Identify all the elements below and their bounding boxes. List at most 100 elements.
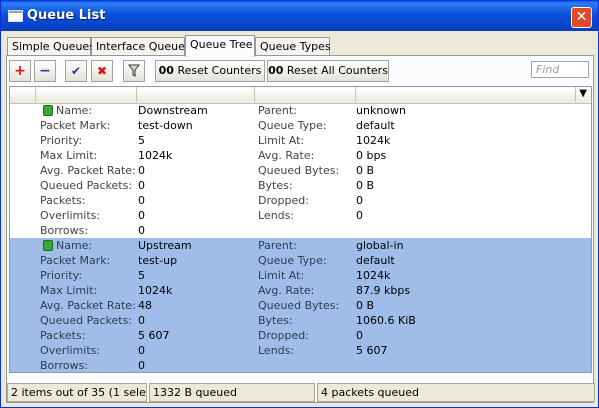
field-label: Name: bbox=[56, 239, 93, 252]
field-label: Dropped: bbox=[258, 194, 309, 207]
tab-queue-types[interactable]: Queue Types bbox=[255, 37, 331, 55]
field-label: Packet Mark: bbox=[40, 254, 111, 267]
queue-icon bbox=[43, 240, 53, 251]
field-label: Max Limit: bbox=[40, 149, 98, 162]
queue-record[interactable]: Name: Upstream Parent: global-in Packet Mark… bbox=[10, 238, 591, 372]
field-label: Bytes: bbox=[258, 179, 293, 192]
plus-icon: + bbox=[14, 63, 26, 79]
list-header[interactable]: ▼ bbox=[10, 87, 591, 104]
field-value: global-in bbox=[356, 239, 404, 252]
header-column[interactable] bbox=[35, 87, 137, 102]
field-label: Name: bbox=[56, 104, 93, 117]
disable-button[interactable]: ✖ bbox=[91, 60, 113, 82]
tab-interface-queues[interactable]: Interface Queues bbox=[91, 37, 191, 55]
queue-list-window: Queue List ✕ Simple Queues Interface Que… bbox=[0, 0, 599, 408]
field-value: test-up bbox=[138, 254, 178, 267]
field-label: Overlimits: bbox=[40, 344, 101, 357]
close-button[interactable]: ✕ bbox=[571, 7, 592, 28]
field-label: Limit At: bbox=[258, 134, 305, 147]
field-value: 1024k bbox=[138, 284, 173, 297]
field-value: 5 607 bbox=[138, 329, 170, 342]
field-value: 0 bbox=[138, 224, 145, 237]
tab-simple-queues[interactable]: Simple Queues bbox=[7, 37, 95, 55]
minus-icon: − bbox=[39, 63, 51, 79]
header-column[interactable] bbox=[10, 87, 36, 102]
field-value: 0 bbox=[138, 359, 145, 372]
field-value: default bbox=[356, 254, 395, 267]
field-label: Max Limit: bbox=[40, 284, 98, 297]
field-label: Priority: bbox=[40, 269, 83, 282]
add-button[interactable]: + bbox=[9, 60, 31, 82]
field-label: Dropped: bbox=[258, 329, 309, 342]
reset-counters-button[interactable]: 00 Reset Counters bbox=[155, 60, 265, 82]
window-icon bbox=[8, 10, 23, 22]
field-label: Queue Type: bbox=[258, 119, 327, 132]
field-value: 0 bbox=[138, 314, 145, 327]
field-label: Avg. Rate: bbox=[258, 284, 315, 297]
title-bar[interactable]: Queue List ✕ bbox=[1, 1, 598, 31]
field-value: 5 bbox=[138, 269, 145, 282]
field-value: 5 bbox=[138, 134, 145, 147]
enable-button[interactable]: ✔ bbox=[65, 60, 87, 82]
queue-tree-list: ▼ Name: Downstream Parent: unknown Packet Ma… bbox=[9, 86, 592, 373]
field-label: Avg. Packet Rate: bbox=[40, 299, 136, 312]
field-label: Parent: bbox=[258, 239, 297, 252]
field-label: Parent: bbox=[258, 104, 297, 117]
field-value: 0 bbox=[138, 209, 145, 222]
column-menu-icon[interactable]: ▼ bbox=[579, 88, 587, 99]
filter-button[interactable] bbox=[123, 60, 145, 82]
field-value: default bbox=[356, 119, 395, 132]
field-value: 87.9 kbps bbox=[356, 284, 411, 297]
header-column[interactable] bbox=[355, 87, 576, 102]
field-value: 1060.6 KiB bbox=[356, 314, 416, 327]
check-icon: ✔ bbox=[70, 64, 82, 78]
field-label: Lends: bbox=[258, 209, 295, 222]
field-label: Bytes: bbox=[258, 314, 293, 327]
field-label: Queued Packets: bbox=[40, 314, 133, 327]
field-label: Borrows: bbox=[40, 359, 89, 372]
field-label: Queued Bytes: bbox=[258, 164, 340, 177]
field-label: Packets: bbox=[40, 329, 86, 342]
field-label: Queued Packets: bbox=[40, 179, 133, 192]
field-label: Overlimits: bbox=[40, 209, 101, 222]
queue-icon bbox=[43, 105, 53, 116]
reset-all-counters-icon: 00 bbox=[268, 64, 284, 77]
status-queued-packets: 4 packets queued bbox=[317, 383, 595, 402]
tab-queue-tree[interactable]: Queue Tree bbox=[185, 35, 255, 57]
field-label: Queue Type: bbox=[258, 254, 327, 267]
field-value: unknown bbox=[356, 104, 406, 117]
reset-all-counters-label: Reset All Counters bbox=[286, 64, 388, 77]
remove-button[interactable]: − bbox=[34, 60, 56, 82]
field-label: Priority: bbox=[40, 134, 83, 147]
status-item-count: 2 items out of 35 (1 select... bbox=[7, 383, 147, 402]
field-value: 1024k bbox=[356, 134, 391, 147]
field-value: 0 B bbox=[356, 164, 375, 177]
window-title: Queue List bbox=[27, 8, 106, 23]
status-bar: 2 items out of 35 (1 select... 1332 B qu… bbox=[7, 383, 595, 403]
reset-counters-label: Reset Counters bbox=[177, 64, 262, 77]
field-value: Downstream bbox=[138, 104, 208, 117]
field-value: 0 bbox=[138, 344, 145, 357]
field-label: Packet Mark: bbox=[40, 119, 111, 132]
field-value: 0 bbox=[356, 194, 363, 207]
find-input[interactable]: Find bbox=[531, 61, 589, 78]
field-value: 1024k bbox=[138, 149, 173, 162]
field-value: 0 B bbox=[356, 179, 375, 192]
field-value: 0 bbox=[356, 329, 363, 342]
field-value: Upstream bbox=[138, 239, 192, 252]
header-column[interactable] bbox=[136, 87, 255, 102]
status-queued-bytes: 1332 B queued bbox=[149, 383, 315, 402]
header-column[interactable] bbox=[254, 87, 356, 102]
field-value: test-down bbox=[138, 119, 193, 132]
reset-all-counters-button[interactable]: 00 Reset All Counters bbox=[267, 60, 389, 82]
field-value: 0 bbox=[138, 179, 145, 192]
cross-icon: ✖ bbox=[96, 64, 108, 78]
field-value: 0 B bbox=[356, 299, 375, 312]
field-label: Packets: bbox=[40, 194, 86, 207]
field-value: 0 bps bbox=[356, 149, 387, 162]
queue-record[interactable]: Name: Downstream Parent: unknown Packet Mark… bbox=[10, 103, 591, 238]
field-value: 5 607 bbox=[356, 344, 388, 357]
close-icon: ✕ bbox=[575, 9, 588, 25]
reset-counters-icon: 00 bbox=[158, 64, 174, 77]
field-label: Avg. Packet Rate: bbox=[40, 164, 136, 177]
